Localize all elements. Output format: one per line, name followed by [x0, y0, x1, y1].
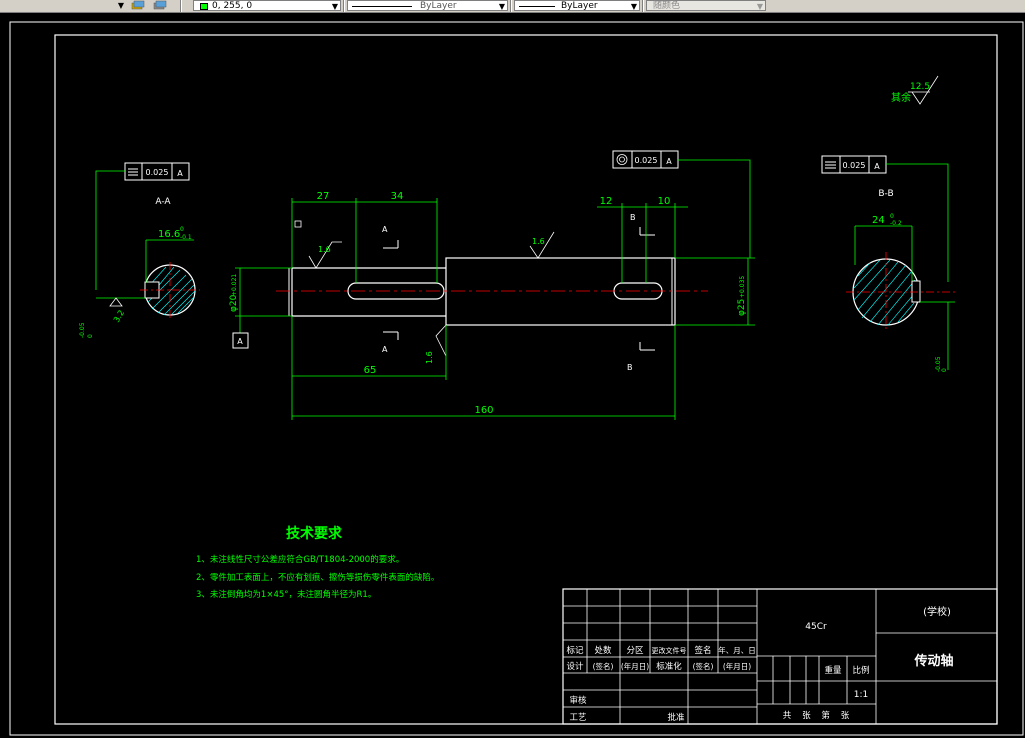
dim-bb-keyway: 24 [872, 215, 885, 226]
lineweight-value: ByLayer [561, 1, 598, 11]
header-zone: 分区 [626, 646, 644, 656]
toolbar-separator [642, 0, 644, 12]
dim-dia-right: φ25 [737, 299, 747, 316]
dim-aa-tol-upper: 0 [180, 226, 184, 233]
datum-a-label: A [237, 337, 243, 346]
color-value: 0, 255, 0 [212, 1, 253, 11]
section-mark-a-bottom: A [382, 345, 388, 354]
section-aa-view: A-A 0.025 A 16.6 0 -0.1 3.2 -0.05 0 [79, 162, 200, 338]
dim-bb-tol-lower: -0.2 [890, 220, 902, 227]
school-name: (学校) [923, 605, 951, 618]
scale-value: 1:1 [854, 690, 868, 700]
dim-12: 12 [600, 196, 613, 207]
part-name: 传动轴 [913, 653, 953, 669]
roughness-rest-label: 其余 [891, 91, 911, 104]
tech-item-3: 3、未注倒角均为1×45°，未注圆角半径为R1。 [196, 589, 376, 600]
weight-label: 重量 [824, 665, 842, 676]
roughness-left-value: 1.6 [318, 245, 331, 254]
dim-dia-left-tol: +0.021 [231, 274, 238, 296]
linetype-preview [352, 6, 412, 7]
std-date: (年月日) [723, 661, 751, 671]
chevron-down-icon: ▼ [630, 2, 637, 11]
row-design: 设计 [566, 661, 584, 672]
header-signature: 签名 [694, 645, 711, 656]
chevron-down-icon: ▼ [756, 2, 763, 11]
color-swatch-icon [200, 3, 208, 10]
dim-10: 10 [658, 196, 671, 207]
shaft-large-diameter [445, 257, 676, 326]
plotstyle-value: 随颜色 [653, 1, 681, 11]
section-aa-label: A-A [155, 197, 171, 207]
layer-state-icon[interactable] [130, 0, 146, 11]
tech-item-2: 2、零件加工表面上，不应有划痕、擦伤等损伤零件表面的缺陷。 [196, 572, 439, 583]
roughness-general: 其余 12.5 [891, 75, 939, 105]
roughness-rest-value: 12.5 [910, 82, 930, 92]
header-mark: 标记 [566, 645, 584, 656]
row-approve: 批准 [667, 712, 685, 723]
technical-requirements: 技术要求 1、未注线性尺寸公差应符合GB/T1804-2000的要求。 2、零件… [196, 525, 439, 600]
dim-dia-right-tol: +0.035 [739, 276, 746, 298]
shaft-main-view: 27 34 1.6 1.6 1.6 A A B B 12 10 0.025 A … [229, 150, 755, 420]
layer-previous-icon[interactable] [152, 0, 168, 11]
plotstyle-control[interactable]: 随颜色 ▼ [646, 0, 766, 11]
section-mark-b-top: B [630, 213, 636, 222]
material-value: 45Cr [805, 622, 827, 632]
chevron-down-icon: ▼ [117, 1, 124, 10]
gtol-right-value: 0.025 [843, 161, 866, 170]
roughness-mid-value: 1.6 [532, 237, 545, 246]
row-process: 工艺 [569, 713, 586, 723]
dim-160: 160 [474, 405, 493, 416]
roughness-symbol [109, 297, 123, 307]
dim-65: 65 [364, 365, 377, 376]
tech-item-1: 1、未注线性尺寸公差应符合GB/T1804-2000的要求。 [196, 554, 404, 565]
dim-aa-keyway: 16.6 [158, 229, 180, 240]
dim-34: 34 [391, 191, 404, 202]
gtol-right-datum: A [874, 162, 880, 171]
design-signature: (签名) [593, 661, 614, 671]
gtol-left-value: 0.025 [146, 168, 169, 177]
dim-aa-side-zero: 0 [87, 334, 94, 338]
dim-bb-side-zero: 0 [941, 368, 948, 372]
row-standardization: 标准化 [656, 661, 682, 672]
chevron-down-icon: ▼ [498, 2, 505, 11]
gtol-mid-value: 0.025 [635, 156, 658, 165]
paper-outer-border [9, 21, 1024, 736]
header-doc-no: 更改文件号 [652, 646, 687, 655]
header-date: 年、月、日 [718, 645, 756, 655]
sheet-count: 共 张 第 张 [783, 710, 850, 721]
linetype-value: ByLayer [420, 1, 457, 11]
color-control[interactable]: 0, 255, 0 ▼ [193, 0, 341, 11]
toolbar-separator [510, 0, 512, 12]
drawing-frame [54, 34, 998, 725]
layer-dropdown-arrow[interactable]: ▼ [112, 0, 126, 11]
gtol-mid-datum: A [666, 157, 672, 166]
tech-title: 技术要求 [286, 525, 343, 542]
properties-toolbar: ▼ 0, 255, 0 ▼ ByLayer ▼ ByLayer ▼ 随颜色 ▼ [0, 0, 1025, 13]
toolbar-separator [343, 0, 345, 12]
header-count: 处数 [594, 645, 612, 656]
gtol-left-datum: A [177, 169, 183, 178]
lineweight-preview [519, 6, 555, 7]
dim-aa-side-tol: -0.05 [79, 322, 86, 338]
lineweight-control[interactable]: ByLayer ▼ [514, 0, 640, 11]
roughness-aa-value: 3.2 [112, 308, 126, 324]
chevron-down-icon: ▼ [331, 2, 338, 11]
drawing-canvas[interactable]: A-A 0.025 A 16.6 0 -0.1 3.2 -0.05 0 27 3… [0, 13, 1025, 738]
section-bb-label: B-B [878, 189, 893, 199]
dim-27: 27 [317, 191, 330, 202]
dim-bb-tol-upper: 0 [890, 213, 894, 220]
std-signature: (签名) [693, 661, 714, 671]
section-mark-a-top: A [382, 225, 388, 234]
row-review: 审核 [569, 695, 587, 706]
section-bb-view: B-B 0.025 A 24 0 -0.2 -0.05 0 [821, 155, 956, 372]
dim-dia-left: φ20 [229, 294, 239, 312]
toolbar-separator [180, 0, 182, 12]
scale-label: 比例 [852, 665, 869, 676]
linetype-control[interactable]: ByLayer ▼ [347, 0, 508, 11]
design-date: (年月日) [621, 661, 649, 671]
roughness-step-value: 1.6 [425, 351, 434, 364]
section-mark-b-bottom: B [627, 363, 633, 372]
dim-aa-tol-lower: -0.1 [180, 234, 192, 241]
